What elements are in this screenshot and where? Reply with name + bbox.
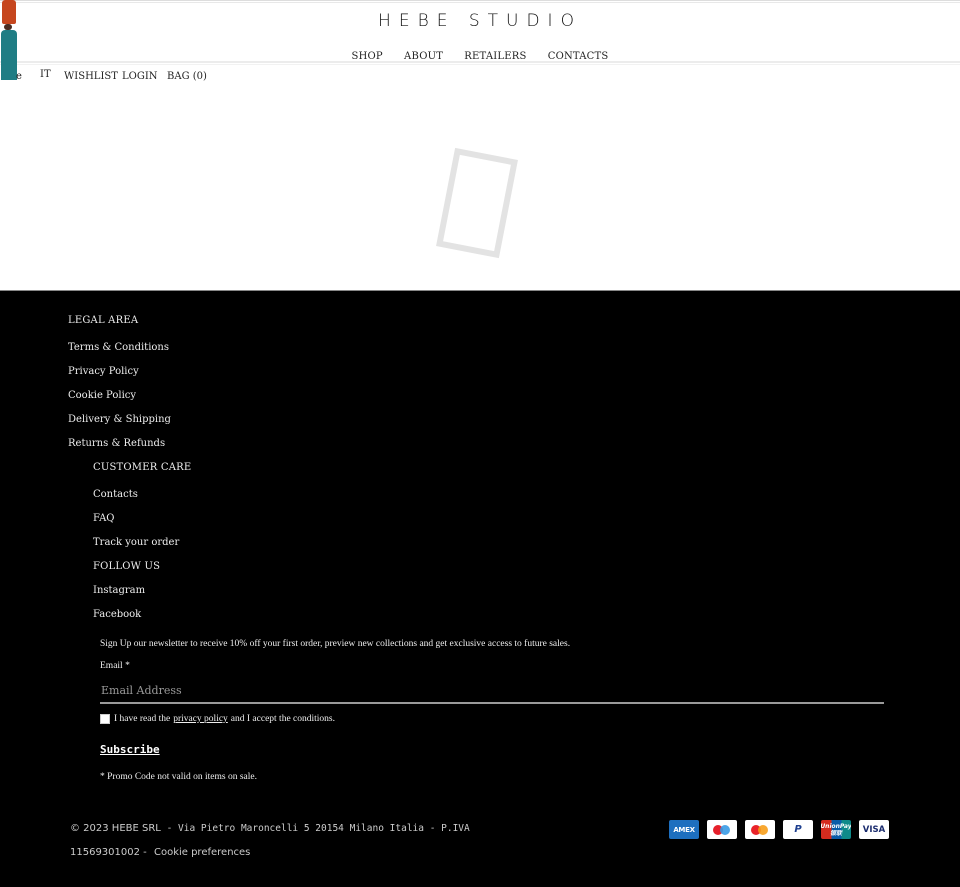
visa-icon: VISA <box>859 820 889 839</box>
privacy-consent: I have read the privacy policy and I acc… <box>100 714 335 724</box>
fashion-model-image <box>0 0 20 80</box>
paypal-icon: P <box>783 820 813 839</box>
copyright-line: © 2023 HEBE SRL - Via Pietro Maroncelli … <box>70 823 470 834</box>
vat-line: 11569301002 - Cookie preferences <box>70 847 250 858</box>
newsletter-intro: Sign Up our newsletter to receive 10% of… <box>100 639 571 649</box>
email-label: Email * <box>100 661 130 671</box>
subscribe-button[interactable]: Subscribe <box>100 743 160 756</box>
payment-methods: AMEX P UnionPay 银联 VISA <box>669 820 889 839</box>
lang-en-link[interactable]: e <box>16 71 22 82</box>
follow-us-heading: FOLLOW US <box>93 561 161 572</box>
legal-area-heading: LEGAL AREA <box>68 315 139 326</box>
lang-it-link[interactable]: IT <box>40 69 51 80</box>
teal-suit-figure <box>1 30 17 80</box>
promo-note: * Promo Code not valid on items on sale. <box>100 772 258 782</box>
wishlist-link[interactable]: WISHLIST <box>64 71 118 82</box>
maestro-blue-circle <box>720 824 730 835</box>
unionpay-chinese-label: 银联 <box>830 829 843 837</box>
copyright-address: - Via Pietro Maroncelli 5 20154 Milano I… <box>160 823 470 834</box>
visa-label: VISA <box>862 824 886 835</box>
facebook-link[interactable]: Facebook <box>93 609 141 620</box>
vat-number: 11569301002 - <box>70 847 147 858</box>
consent-text-before: I have read the <box>114 714 171 724</box>
login-link[interactable]: LOGIN <box>122 71 158 82</box>
site-header: HEBE STUDIO SHOP ABOUT RETAILERS CONTACT… <box>0 3 960 62</box>
contacts-link[interactable]: Contacts <box>93 489 138 500</box>
mastercard-icon <box>745 820 775 839</box>
bag-link[interactable]: BAG (0) <box>167 71 207 82</box>
loading-spinner-icon <box>436 147 518 259</box>
delivery-shipping-link[interactable]: Delivery & Shipping <box>68 414 171 425</box>
terms-link[interactable]: Terms & Conditions <box>68 342 169 353</box>
maestro-icon <box>707 820 737 839</box>
unionpay-label: UnionPay <box>821 822 851 830</box>
privacy-consent-checkbox[interactable] <box>100 714 110 724</box>
copyright-company: © 2023 HEBE SRL <box>70 823 161 834</box>
cookie-preferences-link[interactable]: Cookie preferences <box>154 847 250 858</box>
red-coat-figure <box>2 0 16 24</box>
paypal-label: P <box>794 824 802 835</box>
privacy-policy-inline-link[interactable]: privacy policy <box>173 714 228 724</box>
brand-logo[interactable]: HEBE STUDIO <box>0 11 960 31</box>
consent-text-after: and I accept the conditions. <box>230 714 335 724</box>
header-divider <box>0 61 960 65</box>
returns-refunds-link[interactable]: Returns & Refunds <box>68 438 165 449</box>
instagram-link[interactable]: Instagram <box>93 585 145 596</box>
faq-link[interactable]: FAQ <box>93 513 115 524</box>
track-order-link[interactable]: Track your order <box>93 537 179 548</box>
mastercard-orange-circle <box>758 824 768 835</box>
amex-icon: AMEX <box>669 820 699 839</box>
customer-care-heading: CUSTOMER CARE <box>93 462 192 473</box>
amex-label: AMEX <box>673 825 695 834</box>
privacy-policy-link[interactable]: Privacy Policy <box>68 366 139 377</box>
cookie-policy-link[interactable]: Cookie Policy <box>68 390 136 401</box>
email-input[interactable] <box>100 678 884 704</box>
site-footer: LEGAL AREA Terms & Conditions Privacy Po… <box>0 290 960 887</box>
unionpay-icon: UnionPay 银联 <box>821 820 851 839</box>
